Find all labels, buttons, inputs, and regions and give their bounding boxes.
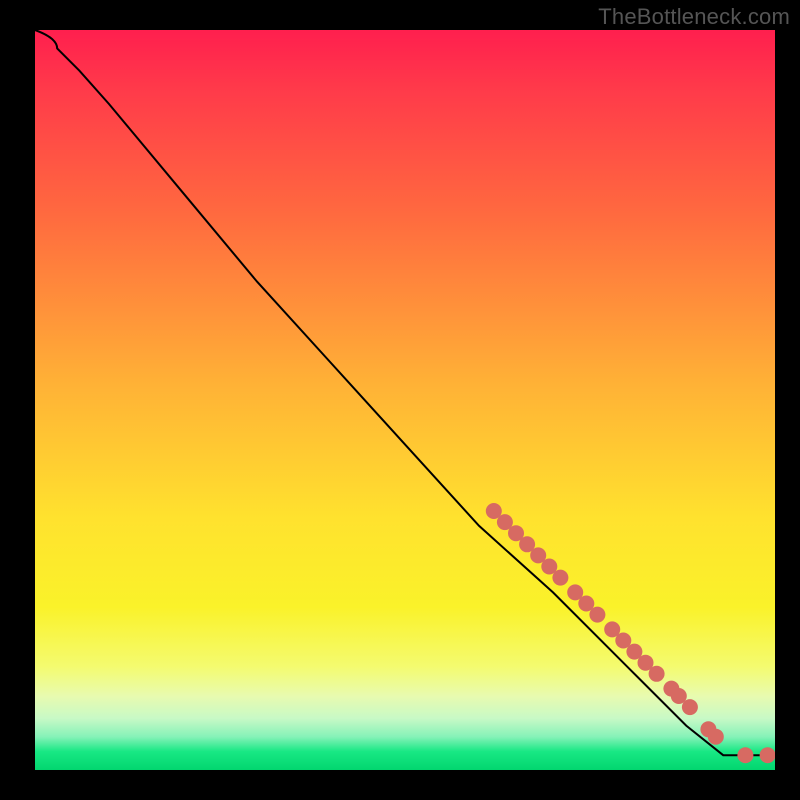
plot-area [35, 30, 775, 770]
data-marker [760, 747, 775, 763]
data-marker [737, 747, 753, 763]
data-marker [708, 729, 724, 745]
data-marker [682, 699, 698, 715]
data-marker [589, 607, 605, 623]
data-marker [552, 570, 568, 586]
chart-overlay-svg [35, 30, 775, 770]
bottleneck-curve [35, 30, 775, 755]
marker-group [486, 503, 775, 763]
chart-stage: TheBottleneck.com [0, 0, 800, 800]
watermark-text: TheBottleneck.com [598, 4, 790, 30]
data-marker [649, 666, 665, 682]
